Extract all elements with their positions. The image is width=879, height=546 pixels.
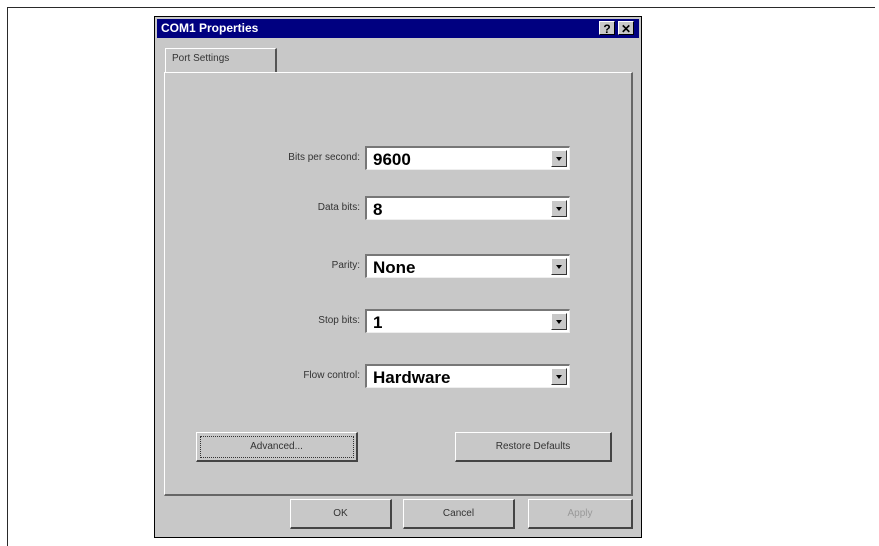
restore-defaults-button[interactable]: Restore Defaults	[455, 432, 612, 462]
bits-per-second-row: Bits per second: 9600	[165, 146, 625, 170]
tab-port-settings[interactable]: Port Settings	[165, 48, 277, 72]
advanced-button[interactable]: Advanced...	[196, 432, 358, 462]
data-bits-label-wrap: Data bits:	[165, 196, 360, 220]
com1-properties-dialog: COM1 Properties ? ✕ Port Settings Bits p…	[154, 16, 642, 538]
apply-button[interactable]: Apply	[528, 499, 633, 529]
chevron-down-icon[interactable]	[551, 258, 567, 275]
parity-select[interactable]: None	[365, 254, 570, 278]
chevron-down-icon[interactable]	[551, 150, 567, 167]
close-button[interactable]: ✕	[618, 21, 634, 36]
flow-control-label: Flow control:	[303, 370, 360, 381]
dialog-title: COM1 Properties	[161, 21, 259, 35]
data-bits-value: 8	[373, 200, 383, 219]
page-border-top	[7, 7, 875, 8]
flow-control-value: Hardware	[373, 368, 451, 387]
bits-per-second-select[interactable]: 9600	[365, 146, 570, 170]
stop-bits-label: Stop bits:	[318, 315, 360, 326]
cancel-button[interactable]: Cancel	[403, 499, 515, 529]
stop-bits-row: Stop bits: 1	[165, 309, 625, 333]
flow-control-row: Flow control: Hardware	[165, 364, 625, 388]
parity-row: Parity: None	[165, 254, 625, 278]
bits-per-second-label: Bits per second:	[288, 152, 360, 163]
data-bits-row: Data bits: 8	[165, 196, 625, 220]
chevron-down-icon[interactable]	[551, 200, 567, 217]
flow-control-label-wrap: Flow control:	[165, 364, 360, 388]
parity-label: Parity:	[331, 260, 360, 271]
chevron-down-icon[interactable]	[551, 313, 567, 330]
port-settings-panel: Bits per second: 9600 Data bits: 8 Parit…	[164, 72, 633, 496]
page-border-left	[7, 7, 8, 546]
stop-bits-value: 1	[373, 313, 383, 332]
chevron-down-icon[interactable]	[551, 368, 567, 385]
bits-per-second-label-wrap: Bits per second:	[165, 146, 360, 170]
flow-control-select[interactable]: Hardware	[365, 364, 570, 388]
bits-per-second-value: 9600	[373, 150, 411, 169]
parity-value: None	[373, 258, 416, 277]
ok-button[interactable]: OK	[290, 499, 392, 529]
parity-label-wrap: Parity:	[165, 254, 360, 278]
data-bits-label: Data bits:	[317, 202, 360, 213]
help-button[interactable]: ?	[599, 21, 615, 36]
data-bits-select[interactable]: 8	[365, 196, 570, 220]
title-bar: COM1 Properties ? ✕	[157, 19, 639, 38]
stop-bits-label-wrap: Stop bits:	[165, 309, 360, 333]
stop-bits-select[interactable]: 1	[365, 309, 570, 333]
